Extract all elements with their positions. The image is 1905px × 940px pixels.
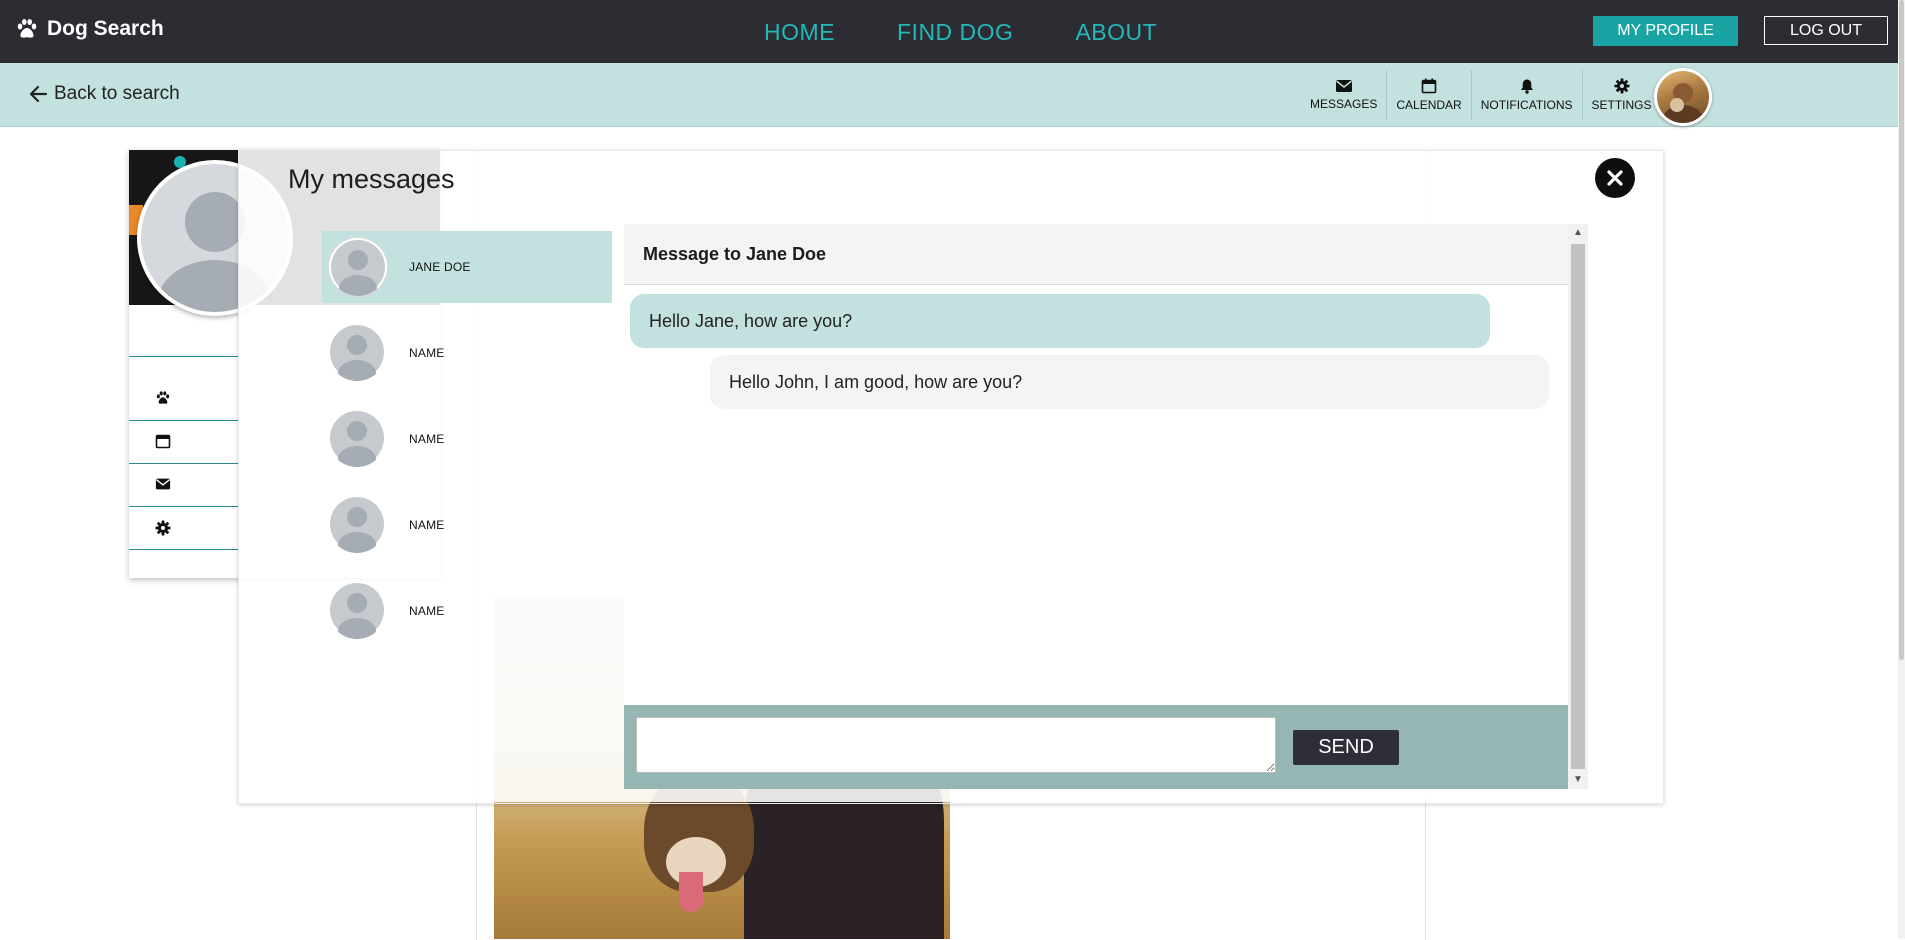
contact-avatar xyxy=(328,409,386,467)
contact-name: NAME xyxy=(409,604,445,618)
chat-scrollbar[interactable]: ▲ ▼ xyxy=(1568,224,1588,789)
envelope-icon[interactable] xyxy=(155,477,171,491)
message-text: Hello Jane, how are you? xyxy=(649,310,853,331)
brand-name: Dog Search xyxy=(47,17,164,40)
chat-panel: Message to Jane Doe Hello Jane, how are … xyxy=(624,224,1588,789)
page-scroll-thumb[interactable] xyxy=(1899,0,1904,660)
nav-about-link[interactable]: ABOUT xyxy=(1075,19,1157,46)
toolbar-calendar-label: CALENDAR xyxy=(1396,98,1462,112)
sidebar-divider xyxy=(129,463,239,464)
contact-item[interactable]: NAME xyxy=(322,575,612,647)
page-scrollbar[interactable] xyxy=(1898,0,1905,939)
contact-name: NAME xyxy=(409,346,445,360)
message-bubble-incoming: Hello John, I am good, how are you? xyxy=(710,355,1549,409)
my-profile-button[interactable]: MY PROFILE xyxy=(1593,16,1738,46)
toolbar-icons: MESSAGES CALENDAR NOTIFICATIONS SETTINGS xyxy=(1301,70,1661,120)
gear-icon[interactable] xyxy=(155,520,171,536)
contact-name: NAME xyxy=(409,432,445,446)
send-button[interactable]: SEND xyxy=(1293,730,1399,765)
contact-avatar xyxy=(328,581,386,639)
message-bubble-outgoing: Hello Jane, how are you? xyxy=(630,294,1490,348)
toolbar-notifications-label: NOTIFICATIONS xyxy=(1480,98,1573,112)
toolbar-settings[interactable]: SETTINGS xyxy=(1583,70,1661,120)
message-input[interactable] xyxy=(636,717,1276,773)
paw-icon xyxy=(17,19,37,38)
toolbar-messages-label: MESSAGES xyxy=(1310,97,1378,111)
nav-find-dog-link[interactable]: FIND DOG xyxy=(897,19,1013,46)
contact-avatar xyxy=(328,237,388,297)
arrow-left-icon xyxy=(29,85,48,103)
top-navbar: Dog Search HOME FIND DOG ABOUT MY PROFIL… xyxy=(0,0,1905,63)
contact-item[interactable]: NAME xyxy=(322,403,612,475)
nav-home-link[interactable]: HOME xyxy=(764,19,835,46)
contact-name: NAME xyxy=(409,518,445,532)
sidebar-divider xyxy=(129,549,239,550)
toolbar-calendar[interactable]: CALENDAR xyxy=(1387,70,1472,120)
scroll-thumb[interactable] xyxy=(1571,244,1585,769)
main-nav: HOME FIND DOG ABOUT xyxy=(764,19,1157,46)
contact-avatar xyxy=(328,323,386,381)
calendar-icon[interactable] xyxy=(155,433,171,449)
close-icon xyxy=(1607,170,1623,186)
modal-title: My messages xyxy=(288,164,455,194)
calendar-icon xyxy=(1421,78,1437,94)
back-to-search-link[interactable]: Back to search xyxy=(28,83,180,105)
messages-modal: My messages JANE DOE NAME NAME NAME NAME… xyxy=(238,150,1664,804)
brand[interactable]: Dog Search xyxy=(15,17,164,41)
scroll-up-icon[interactable]: ▲ xyxy=(1572,227,1584,239)
sidebar-divider xyxy=(129,506,239,507)
envelope-icon xyxy=(1335,80,1352,92)
message-text: Hello John, I am good, how are you? xyxy=(729,371,1023,392)
gear-icon xyxy=(1614,78,1629,94)
contact-name: JANE DOE xyxy=(409,260,471,274)
bell-icon xyxy=(1520,79,1533,94)
sidebar-divider xyxy=(129,420,239,421)
user-avatar[interactable] xyxy=(1654,68,1712,126)
toolbar-settings-label: SETTINGS xyxy=(1591,98,1652,112)
contact-item[interactable]: NAME xyxy=(322,317,612,389)
message-composer: SEND xyxy=(624,705,1568,789)
paw-icon[interactable] xyxy=(155,390,171,406)
contact-item[interactable]: JANE DOE xyxy=(322,231,612,303)
profile-toolbar: Back to search MESSAGES CALENDAR NOTIFIC… xyxy=(0,63,1898,127)
contact-item[interactable]: NAME xyxy=(322,489,612,561)
sidebar-divider xyxy=(129,356,239,357)
chat-header: Message to Jane Doe xyxy=(624,224,1568,285)
toolbar-messages[interactable]: MESSAGES xyxy=(1301,70,1388,120)
contact-list: JANE DOE NAME NAME NAME NAME xyxy=(322,231,612,661)
toolbar-notifications[interactable]: NOTIFICATIONS xyxy=(1472,70,1583,120)
scroll-down-icon[interactable]: ▼ xyxy=(1572,774,1584,786)
close-modal-button[interactable] xyxy=(1595,158,1635,198)
chat-title: Message to Jane Doe xyxy=(643,244,827,264)
contact-avatar xyxy=(328,495,386,553)
log-out-button[interactable]: LOG OUT xyxy=(1764,16,1888,45)
back-to-search-label: Back to search xyxy=(54,83,180,104)
